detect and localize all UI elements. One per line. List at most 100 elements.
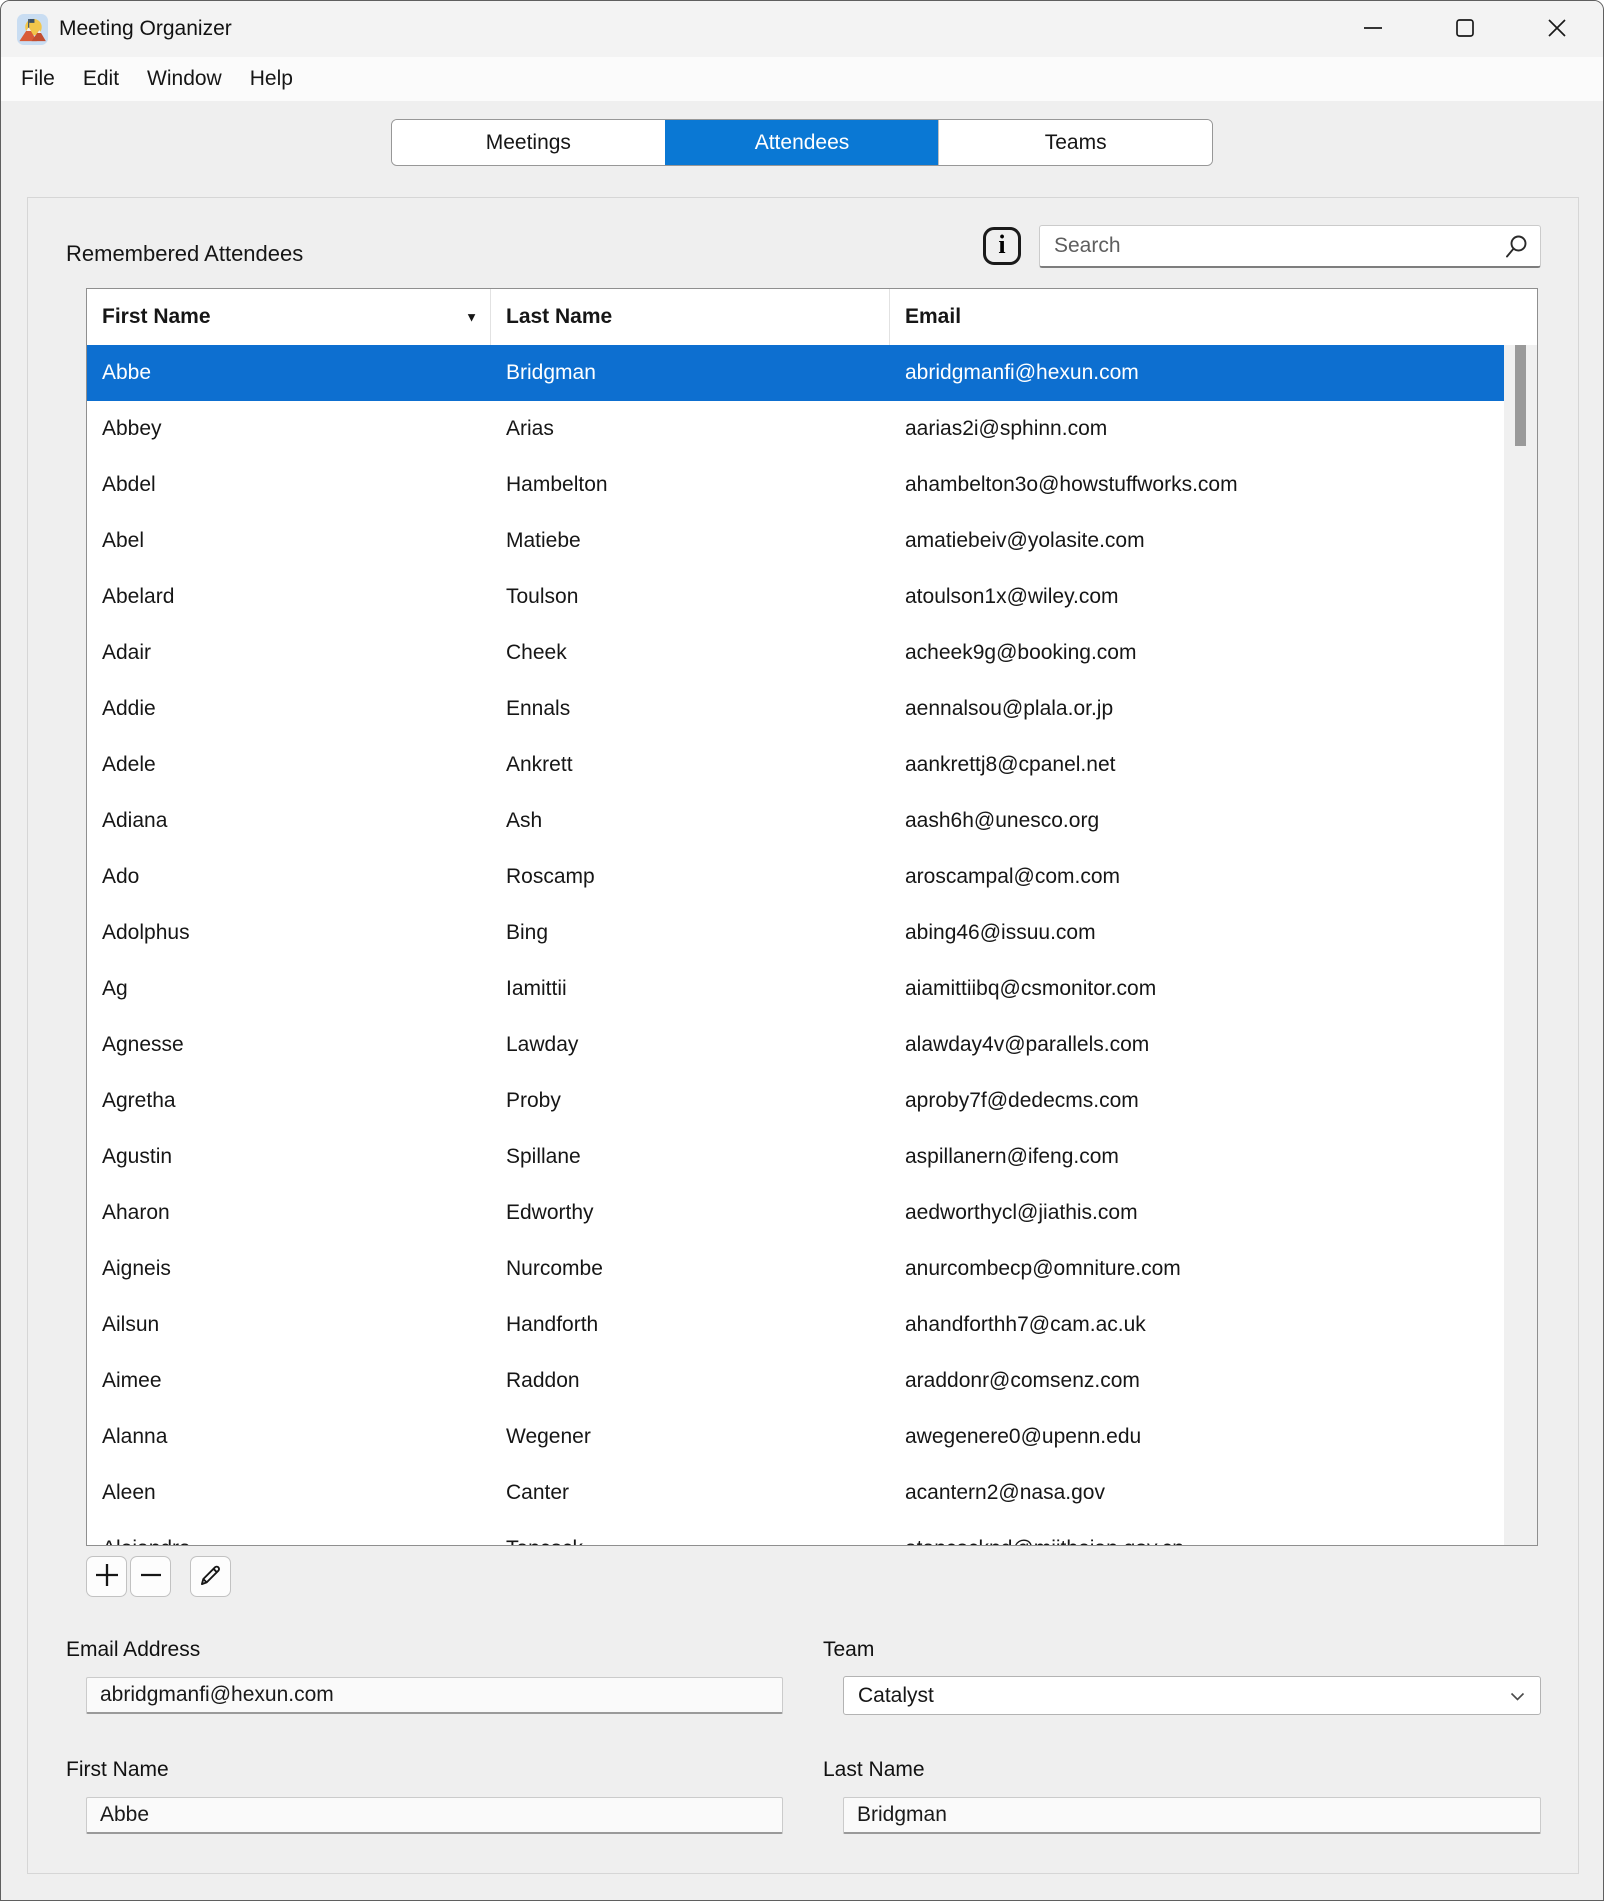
table-row[interactable]: AilsunHandforthahandforthh7@cam.ac.uk (87, 1297, 1504, 1353)
column-header-last-name[interactable]: Last Name (491, 289, 890, 345)
table-cell-first-name: Ailsun (87, 1297, 491, 1353)
table-row[interactable]: AbbeyAriasaarias2i@sphinn.com (87, 401, 1504, 457)
table-cell-email: aspillanern@ifeng.com (890, 1129, 1504, 1185)
attendees-table: First Name ▼ Last Name Email AbbeBridgma… (86, 288, 1538, 1546)
table-row[interactable]: AdoRoscamparoscampal@com.com (87, 849, 1504, 905)
table-cell-last-name: Spillane (491, 1129, 890, 1185)
table-row[interactable]: AlejandraTancockatancocknd@miitbeian.gov… (87, 1521, 1504, 1546)
email-address-input[interactable] (86, 1677, 783, 1714)
sort-descending-icon: ▼ (465, 310, 478, 325)
table-row[interactable]: AgnesseLawdayalawday4v@parallels.com (87, 1017, 1504, 1073)
table-cell-first-name: Abbe (87, 345, 491, 401)
table-cell-last-name: Raddon (491, 1353, 890, 1409)
table-row[interactable]: AdeleAnkrettaankrettj8@cpanel.net (87, 737, 1504, 793)
menu-item-file[interactable]: File (7, 57, 69, 101)
table-row[interactable]: AgrethaProbyaproby7f@dedecms.com (87, 1073, 1504, 1129)
table-cell-email: alawday4v@parallels.com (890, 1017, 1504, 1073)
table-row[interactable]: AbelMatiebeamatiebeiv@yolasite.com (87, 513, 1504, 569)
table-cell-first-name: Abelard (87, 569, 491, 625)
table-row[interactable]: AddieEnnalsaennalsou@plala.or.jp (87, 681, 1504, 737)
table-cell-last-name: Nurcombe (491, 1241, 890, 1297)
app-icon (17, 14, 48, 45)
menu-item-help[interactable]: Help (236, 57, 307, 101)
table-cell-email: aroscampal@com.com (890, 849, 1504, 905)
table-cell-last-name: Lawday (491, 1017, 890, 1073)
table-row[interactable]: AdianaAshaash6h@unesco.org (87, 793, 1504, 849)
window-controls (1327, 1, 1603, 57)
table-cell-last-name: Cheek (491, 625, 890, 681)
maximize-button[interactable] (1419, 1, 1511, 57)
table-row[interactable]: AigneisNurcombeanurcombecp@omniture.com (87, 1241, 1504, 1297)
close-button[interactable] (1511, 1, 1603, 57)
table-cell-first-name: Adolphus (87, 905, 491, 961)
table-cell-first-name: Addie (87, 681, 491, 737)
table-cell-last-name: Roscamp (491, 849, 890, 905)
table-cell-email: ahambelton3o@howstuffworks.com (890, 457, 1504, 513)
table-cell-email: aedworthycl@jiathis.com (890, 1185, 1504, 1241)
first-name-input[interactable] (86, 1797, 783, 1834)
table-row[interactable]: AbbeBridgmanabridgmanfi@hexun.com (87, 345, 1504, 401)
edit-attendee-button[interactable] (190, 1556, 231, 1597)
table-cell-last-name: Ennals (491, 681, 890, 737)
table-cell-last-name: Toulson (491, 569, 890, 625)
table-cell-last-name: Matiebe (491, 513, 890, 569)
column-header-first-name[interactable]: First Name ▼ (87, 289, 491, 345)
tab-bar: Meetings Attendees Teams (391, 119, 1213, 166)
table-row[interactable]: AleenCanteracantern2@nasa.gov (87, 1465, 1504, 1521)
menu-item-window[interactable]: Window (133, 57, 236, 101)
tab-attendees[interactable]: Attendees (665, 120, 939, 165)
table-cell-last-name: Hambelton (491, 457, 890, 513)
info-icon: i (998, 232, 1005, 258)
table-row[interactable]: AlannaWegenerawegenere0@upenn.edu (87, 1409, 1504, 1465)
table-row[interactable]: AdairCheekacheek9g@booking.com (87, 625, 1504, 681)
table-cell-last-name: Canter (491, 1465, 890, 1521)
table-row[interactable]: AharonEdworthyaedworthycl@jiathis.com (87, 1185, 1504, 1241)
plus-icon (93, 1561, 121, 1592)
menu-item-edit[interactable]: Edit (69, 57, 133, 101)
team-dropdown[interactable]: Catalyst (843, 1676, 1541, 1715)
titlebar: Meeting Organizer (1, 1, 1603, 57)
table-cell-first-name: Agustin (87, 1129, 491, 1185)
scrollbar-thumb[interactable] (1515, 345, 1526, 446)
table-row[interactable]: AdolphusBingabing46@issuu.com (87, 905, 1504, 961)
first-name-label: First Name (66, 1758, 169, 1782)
minimize-icon (1363, 18, 1383, 41)
table-cell-email: aproby7f@dedecms.com (890, 1073, 1504, 1129)
remove-attendee-button[interactable] (130, 1556, 171, 1597)
table-cell-first-name: Ado (87, 849, 491, 905)
last-name-input[interactable] (843, 1797, 1541, 1834)
menubar: File Edit Window Help (1, 57, 1603, 101)
table-cell-last-name: Arias (491, 401, 890, 457)
table-row[interactable]: AgustinSpillaneaspillanern@ifeng.com (87, 1129, 1504, 1185)
table-cell-email: aiamittiibq@csmonitor.com (890, 961, 1504, 1017)
table-scrollbar[interactable] (1504, 345, 1537, 1545)
table-cell-email: acantern2@nasa.gov (890, 1465, 1504, 1521)
app-window: Meeting Organizer File Edit Window (0, 0, 1604, 1901)
table-row[interactable]: AimeeRaddonaraddonr@comsenz.com (87, 1353, 1504, 1409)
minimize-button[interactable] (1327, 1, 1419, 57)
table-row[interactable]: AbdelHambeltonahambelton3o@howstuffworks… (87, 457, 1504, 513)
table-cell-last-name: Ash (491, 793, 890, 849)
table-cell-first-name: Aharon (87, 1185, 491, 1241)
table-row[interactable]: AbelardToulsonatoulson1x@wiley.com (87, 569, 1504, 625)
add-attendee-button[interactable] (86, 1556, 127, 1597)
pencil-icon (198, 1562, 224, 1591)
table-header: First Name ▼ Last Name Email (87, 289, 1537, 345)
info-button[interactable]: i (983, 227, 1021, 265)
tab-teams[interactable]: Teams (938, 120, 1212, 165)
search-input[interactable] (1040, 226, 1540, 266)
table-cell-email: atoulson1x@wiley.com (890, 569, 1504, 625)
table-cell-email: araddonr@comsenz.com (890, 1353, 1504, 1409)
table-cell-email: aankrettj8@cpanel.net (890, 737, 1504, 793)
table-cell-last-name: Proby (491, 1073, 890, 1129)
table-cell-last-name: Tancock (491, 1521, 890, 1546)
table-cell-email: aarias2i@sphinn.com (890, 401, 1504, 457)
tab-meetings[interactable]: Meetings (392, 120, 665, 165)
minus-icon (137, 1561, 165, 1592)
table-cell-email: ahandforthh7@cam.ac.uk (890, 1297, 1504, 1353)
team-label: Team (823, 1638, 874, 1662)
table-body: AbbeBridgmanabridgmanfi@hexun.comAbbeyAr… (87, 345, 1537, 1546)
table-row[interactable]: AgIamittiiaiamittiibq@csmonitor.com (87, 961, 1504, 1017)
table-cell-first-name: Aigneis (87, 1241, 491, 1297)
column-header-email[interactable]: Email (890, 289, 1537, 345)
